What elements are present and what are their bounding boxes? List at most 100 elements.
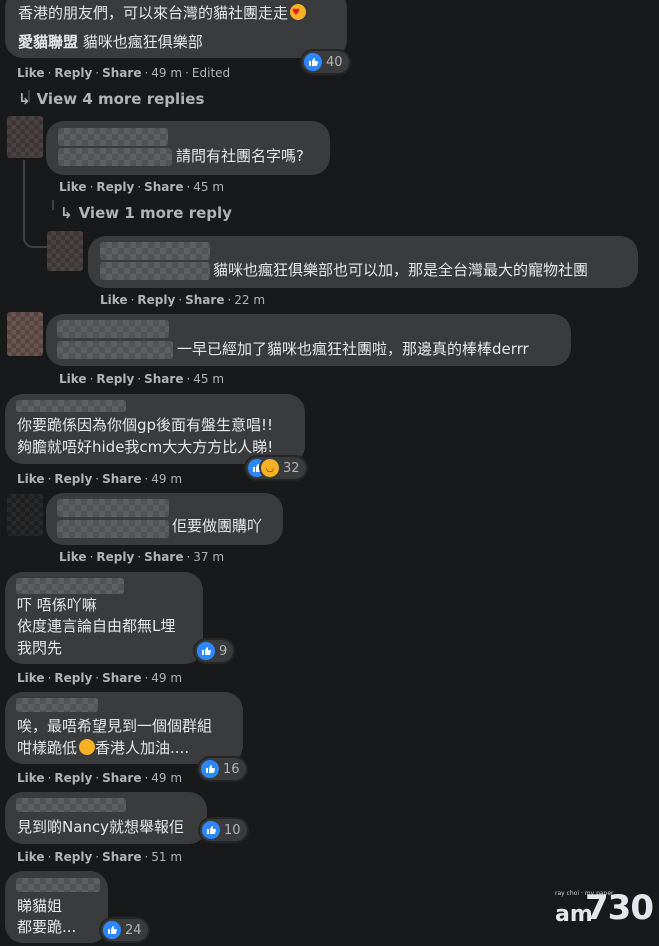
comment-actions: Like · Reply · Share · 49 m bbox=[17, 472, 183, 486]
comment-text: 唉，最唔希望見到一個個群組 bbox=[17, 717, 213, 735]
like-icon bbox=[304, 53, 322, 71]
share-link[interactable]: Share bbox=[102, 472, 141, 486]
comment-actions: Like · Reply · Share · 45 m bbox=[59, 180, 225, 194]
blurred-name bbox=[16, 400, 126, 412]
like-icon bbox=[197, 642, 215, 660]
reaction-summary[interactable]: 10 bbox=[200, 819, 247, 841]
comment-text: 愛貓聯盟 貓咪也瘋狂俱樂部 bbox=[18, 33, 203, 51]
mention-link[interactable]: 愛貓聯盟 bbox=[18, 33, 78, 51]
comment-text: 佢要做團購吖 bbox=[172, 517, 263, 535]
blurred-name bbox=[58, 148, 172, 166]
blurred-name bbox=[100, 262, 210, 280]
reaction-summary[interactable]: 40 bbox=[302, 51, 349, 73]
thread-line bbox=[52, 200, 54, 210]
reply-link[interactable]: Reply bbox=[96, 372, 134, 386]
like-link[interactable]: Like bbox=[59, 180, 87, 194]
reply-arrow-icon: ↳ bbox=[18, 90, 31, 108]
blurred-name bbox=[100, 242, 210, 260]
reply-link[interactable]: Reply bbox=[96, 180, 134, 194]
blurred-name bbox=[16, 878, 100, 892]
reaction-summary[interactable]: ◡ 32 bbox=[246, 457, 306, 479]
like-icon bbox=[201, 760, 219, 778]
am730-logo: ray choi · my paper am 730 bbox=[555, 888, 654, 928]
blurred-name bbox=[16, 578, 124, 594]
comment-text: 咁樣跪低 香港人加油.... bbox=[17, 739, 190, 757]
blurred-name bbox=[16, 798, 126, 812]
comment-actions: Like · Reply · Share · 51 m bbox=[17, 850, 183, 864]
share-link[interactable]: Share bbox=[185, 293, 224, 307]
comment-actions: Like · Reply · Share · 49 m bbox=[17, 771, 183, 785]
share-link[interactable]: Share bbox=[102, 771, 141, 785]
comment-text: 見到啲Nancy就想舉報佢 bbox=[17, 818, 185, 836]
comment-text: 你要跪係因為你個gp後面有盤生意唱!! bbox=[17, 416, 274, 434]
comment-text: 我閃先 bbox=[17, 639, 63, 657]
like-link[interactable]: Like bbox=[17, 671, 45, 685]
timestamp[interactable]: 37 m bbox=[193, 550, 224, 564]
like-link[interactable]: Like bbox=[17, 472, 45, 486]
comment-actions: Like · Reply · Share · 37 m bbox=[59, 550, 225, 564]
laugh-icon: ◡ bbox=[261, 459, 279, 477]
like-link[interactable]: Like bbox=[100, 293, 128, 307]
reaction-summary[interactable]: 9 bbox=[195, 640, 234, 662]
comment-text: 夠膽就唔好hide我cm大大方方比人睇! bbox=[17, 438, 274, 456]
share-link[interactable]: Share bbox=[144, 180, 183, 194]
avatar[interactable] bbox=[7, 494, 43, 536]
comment-text: 請問有社團名字嗎? bbox=[176, 147, 304, 165]
like-link[interactable]: Like bbox=[17, 850, 45, 864]
blurred-name bbox=[16, 698, 98, 712]
like-icon bbox=[103, 921, 121, 939]
timestamp[interactable]: 51 m bbox=[151, 850, 182, 864]
comment-actions: Like · Reply · Share · 49 m · Edited bbox=[17, 66, 231, 80]
reply-link[interactable]: Reply bbox=[54, 850, 92, 864]
like-link[interactable]: Like bbox=[17, 771, 45, 785]
timestamp[interactable]: 49 m bbox=[151, 671, 182, 685]
reply-link[interactable]: Reply bbox=[54, 771, 92, 785]
like-icon bbox=[202, 821, 220, 839]
timestamp[interactable]: 45 m bbox=[193, 372, 224, 386]
sad-emoji-icon bbox=[79, 739, 96, 755]
comment-text: 一早已經加了貓咪也瘋狂社團啦，那邊真的棒棒derrr bbox=[177, 340, 529, 358]
timestamp[interactable]: 49 m bbox=[151, 472, 182, 486]
reply-arrow-icon: ↳ bbox=[60, 204, 73, 222]
thread-elbow bbox=[23, 200, 47, 248]
timestamp[interactable]: 49 m bbox=[151, 66, 182, 80]
reply-link[interactable]: Reply bbox=[54, 671, 92, 685]
avatar[interactable] bbox=[7, 116, 43, 158]
avatar[interactable] bbox=[7, 312, 43, 356]
comment-actions: Like · Reply · Share · 22 m bbox=[100, 293, 266, 307]
blurred-name bbox=[57, 520, 169, 538]
reply-link[interactable]: Reply bbox=[96, 550, 134, 564]
reply-link[interactable]: Reply bbox=[137, 293, 175, 307]
share-link[interactable]: Share bbox=[144, 372, 183, 386]
view-more-replies-link[interactable]: ↳ View 1 more reply bbox=[60, 204, 232, 222]
comment-actions: Like · Reply · Share · 49 m bbox=[17, 671, 183, 685]
share-link[interactable]: Share bbox=[102, 850, 141, 864]
comment-text: 依度連言論自由都無L埋 bbox=[17, 617, 176, 635]
comment-text: 香港的朋友們，可以來台灣的貓社團走走 bbox=[18, 3, 307, 24]
reaction-summary[interactable]: 24 bbox=[101, 919, 148, 941]
comment-text: 貓咪也瘋狂俱樂部也可以加，那是全台灣最大的寵物社團 bbox=[213, 261, 589, 279]
like-link[interactable]: Like bbox=[59, 550, 87, 564]
edited-label: Edited bbox=[191, 66, 231, 80]
comment-text: 睇貓姐 bbox=[17, 897, 63, 915]
reply-link[interactable]: Reply bbox=[54, 66, 92, 80]
reply-link[interactable]: Reply bbox=[54, 472, 92, 486]
share-link[interactable]: Share bbox=[144, 550, 183, 564]
blurred-name bbox=[57, 499, 169, 517]
share-link[interactable]: Share bbox=[102, 671, 141, 685]
timestamp[interactable]: 22 m bbox=[234, 293, 265, 307]
timestamp[interactable]: 49 m bbox=[151, 771, 182, 785]
comment-text: 吓 唔係吖嘛 bbox=[17, 596, 97, 614]
share-link[interactable]: Share bbox=[102, 66, 141, 80]
heart-eyes-emoji-icon bbox=[290, 3, 307, 24]
blurred-name bbox=[57, 320, 169, 338]
blurred-name bbox=[57, 341, 173, 359]
like-link[interactable]: Like bbox=[17, 66, 45, 80]
view-more-replies-link[interactable]: ↳ View 4 more replies bbox=[18, 90, 204, 108]
avatar[interactable] bbox=[47, 231, 83, 271]
timestamp[interactable]: 45 m bbox=[193, 180, 224, 194]
comment-actions: Like · Reply · Share · 45 m bbox=[59, 372, 225, 386]
reaction-summary[interactable]: 16 bbox=[199, 758, 246, 780]
like-link[interactable]: Like bbox=[59, 372, 87, 386]
comment-text: 都要跪... bbox=[17, 918, 77, 936]
